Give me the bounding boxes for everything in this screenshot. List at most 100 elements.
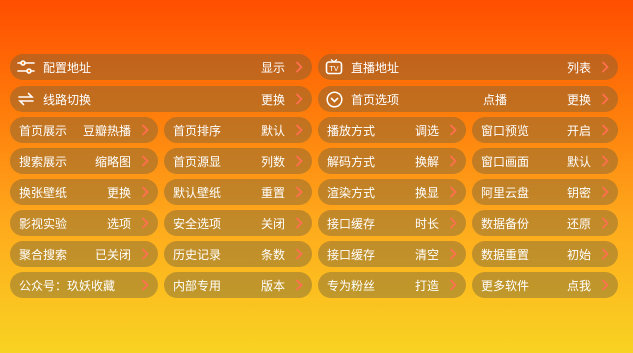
setting-label: 接口缓存 [327,216,376,231]
live-address-row[interactable]: TV 直播地址 列表 [318,54,618,80]
setting-label: 搜索展示 [19,154,68,169]
setting-item[interactable]: 接口缓存 清空 [318,241,466,267]
setting-item[interactable]: 更多软件 点我 [472,272,618,298]
setting-label: 默认壁纸 [173,185,222,200]
setting-item[interactable]: 数据备份 还原 [472,210,618,236]
setting-label: 播放方式 [327,123,376,138]
setting-item[interactable]: 公众号：玖妖收藏 [10,272,158,298]
chevron-right-icon [291,277,307,293]
setting-item[interactable]: 换张壁纸 更换 [10,179,158,205]
setting-label: 阿里云盘 [481,185,530,200]
chevron-right-icon [137,215,153,231]
setting-item[interactable]: 默认壁纸 重置 [164,179,312,205]
chevron-down-circle-icon [324,89,344,109]
setting-label: 换张壁纸 [19,185,68,200]
setting-label: 首页源显 [173,154,222,169]
chevron-right-icon [291,153,307,169]
setting-label: 聚合搜索 [19,247,68,262]
chevron-right-icon [597,59,613,75]
live-address-value: 列表 [566,60,591,75]
tv-icon: TV [324,57,344,77]
setting-label: 接口缓存 [327,247,376,262]
svg-text:TV: TV [328,65,338,73]
setting-item[interactable]: 窗口画面 默认 [472,148,618,174]
setting-item[interactable]: 搜索展示 缩略图 [10,148,158,174]
swap-icon [16,89,36,109]
route-switch-value: 更换 [260,92,285,107]
setting-value: 开启 [566,123,591,138]
setting-value: 清空 [414,247,439,262]
setting-item[interactable]: 阿里云盘 钥密 [472,179,618,205]
setting-label: 专为粉丝 [327,278,376,293]
setting-value: 默认 [566,154,591,169]
setting-value: 点我 [566,278,591,293]
setting-item[interactable]: 影视实验 选项 [10,210,158,236]
home-options-row[interactable]: 首页选项 点播 更换 [318,86,618,112]
sliders-icon [16,57,36,77]
setting-item[interactable]: 渲染方式 换显 [318,179,466,205]
config-address-value: 显示 [260,60,285,75]
setting-value: 调选 [414,123,439,138]
setting-item[interactable]: 内部专用 版本 [164,272,312,298]
setting-item[interactable]: 解码方式 换解 [318,148,466,174]
setting-item[interactable]: 窗口预览 开启 [472,117,618,143]
chevron-right-icon [291,91,307,107]
setting-label: 内部专用 [173,278,222,293]
setting-item[interactable]: 接口缓存 时长 [318,210,466,236]
setting-label: 首页展示 [19,123,68,138]
chevron-right-icon [597,153,613,169]
chevron-right-icon [445,122,461,138]
setting-value: 钥密 [566,185,591,200]
setting-value: 缩略图 [94,154,131,169]
setting-item[interactable]: 首页展示 豆瓣热播 [10,117,158,143]
setting-item[interactable]: 数据重置 初始 [472,241,618,267]
chevron-right-icon [137,184,153,200]
setting-item[interactable]: 专为粉丝 打造 [318,272,466,298]
config-address-row[interactable]: 配置地址 显示 [10,54,312,80]
setting-value: 换解 [414,154,439,169]
setting-label: 窗口预览 [481,123,530,138]
route-switch-label: 线路切换 [43,92,92,107]
chevron-right-icon [291,184,307,200]
setting-label: 数据备份 [481,216,530,231]
chevron-right-icon [137,122,153,138]
setting-label: 渲染方式 [327,185,376,200]
chevron-right-icon [597,215,613,231]
chevron-right-icon [445,215,461,231]
chevron-right-icon [291,246,307,262]
home-options-value: 更换 [566,92,591,107]
chevron-right-icon [137,153,153,169]
setting-item[interactable]: 首页排序 默认 [164,117,312,143]
route-switch-row[interactable]: 线路切换 更换 [10,86,312,112]
setting-value: 重置 [260,185,285,200]
setting-value: 默认 [260,123,285,138]
setting-item[interactable]: 播放方式 调选 [318,117,466,143]
chevron-right-icon [445,246,461,262]
setting-label: 公众号：玖妖收藏 [19,278,116,293]
live-address-label: 直播地址 [351,60,400,75]
setting-value: 更换 [106,185,131,200]
home-options-label: 首页选项 [351,92,400,107]
setting-value: 关闭 [260,216,285,231]
chevron-right-icon [291,215,307,231]
setting-item[interactable]: 历史记录 条数 [164,241,312,267]
setting-label: 更多软件 [481,278,530,293]
setting-value: 时长 [414,216,439,231]
chevron-right-icon [137,277,153,293]
chevron-right-icon [597,184,613,200]
setting-item[interactable]: 首页源显 列数 [164,148,312,174]
setting-value: 换显 [414,185,439,200]
setting-value: 选项 [106,216,131,231]
setting-value: 版本 [260,278,285,293]
chevron-right-icon [291,59,307,75]
setting-value: 已关闭 [94,247,131,262]
setting-value: 条数 [260,247,285,262]
setting-label: 窗口画面 [481,154,530,169]
setting-item[interactable]: 聚合搜索 已关闭 [10,241,158,267]
chevron-right-icon [597,277,613,293]
setting-value: 列数 [260,154,285,169]
setting-label: 历史记录 [173,247,222,262]
setting-value: 豆瓣热播 [82,123,131,138]
setting-item[interactable]: 安全选项 关闭 [164,210,312,236]
chevron-right-icon [445,277,461,293]
